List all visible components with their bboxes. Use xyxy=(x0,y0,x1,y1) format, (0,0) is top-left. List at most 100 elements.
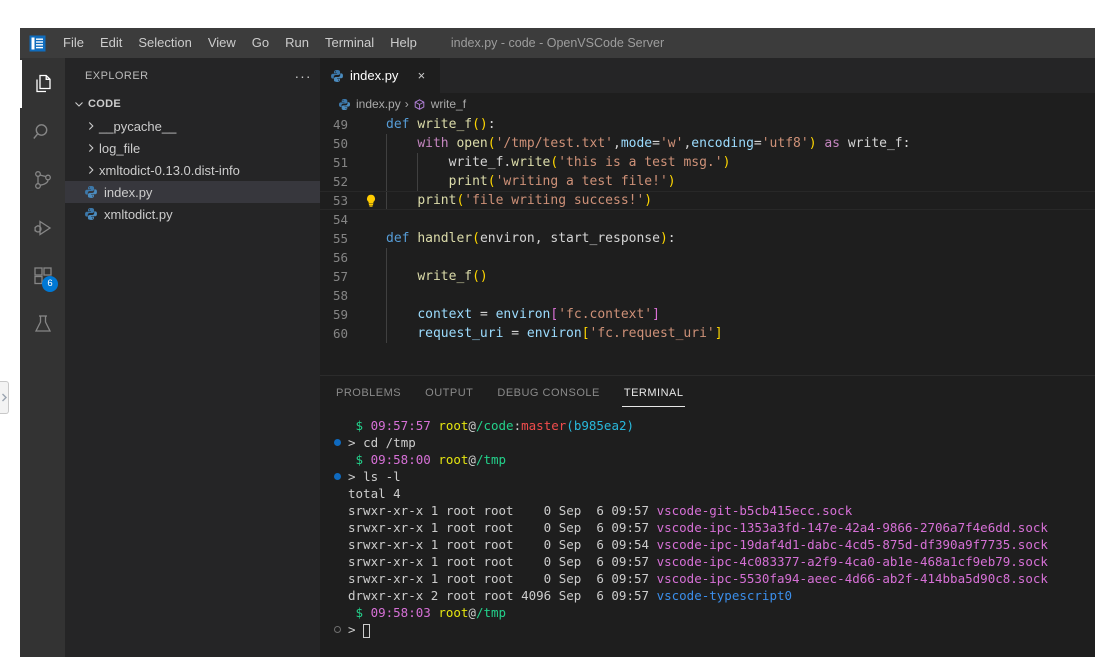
command-success-dot xyxy=(334,439,341,446)
left-edge-expand-handle[interactable] xyxy=(0,381,9,414)
code-token: 'fc.context' xyxy=(558,307,653,322)
terminal-token: srwxr-xr-x 1 root root 0 Sep 6 09:57 xyxy=(348,520,657,535)
command-decoration-icon[interactable] xyxy=(334,473,348,480)
editor-group: index.py × index.py › write_f 49 def wri… xyxy=(320,58,1095,657)
terminal-token: srwxr-xr-x 1 root root 0 Sep 6 09:57 xyxy=(348,571,657,586)
list-item[interactable]: log_file xyxy=(65,137,320,159)
command-decoration-icon[interactable] xyxy=(334,626,348,633)
list-item-index-py[interactable]: index.py xyxy=(65,181,320,203)
list-item-xmltodict-py[interactable]: xmltodict.py xyxy=(65,203,320,225)
code-line: 55 def handler(environ, start_response): xyxy=(320,229,1095,248)
terminal-token: vscode-typescript0 xyxy=(656,588,793,603)
extensions-badge: 6 xyxy=(42,276,58,292)
menu-terminal[interactable]: Terminal xyxy=(317,28,382,58)
code-token: handler xyxy=(417,231,473,246)
terminal-output[interactable]: $ 09:57:57 root@/code:master(b985ea2) > c… xyxy=(320,411,1095,657)
vscode-logo-icon xyxy=(20,35,55,52)
terminal-token: @ xyxy=(468,418,476,433)
tab-label: index.py xyxy=(350,68,399,83)
code-token: 'writing a test file!' xyxy=(495,174,668,189)
menu-selection[interactable]: Selection xyxy=(130,28,199,58)
code-line: 52 print('writing a test file!') xyxy=(320,172,1095,191)
tab-problems[interactable]: PROBLEMS xyxy=(334,376,403,411)
code-token: = xyxy=(652,136,660,151)
menu-edit[interactable]: Edit xyxy=(92,28,130,58)
tree-item-label: xmltodict-0.13.0.dist-info xyxy=(99,162,240,178)
activity-source-control[interactable] xyxy=(20,156,65,204)
line-number: 53 xyxy=(332,193,348,208)
tree-item-label: log_file xyxy=(99,140,141,156)
chevron-right-icon xyxy=(83,120,99,132)
lightbulb-icon[interactable] xyxy=(362,194,380,207)
code-token: , xyxy=(613,136,621,151)
screenshot-root: File Edit Selection View Go Run Terminal… xyxy=(0,0,1095,657)
terminal-token: 09:58:03 xyxy=(370,605,439,620)
code-token: write_f xyxy=(448,155,504,170)
terminal-token: /tmp xyxy=(475,452,507,467)
menu-run[interactable]: Run xyxy=(277,28,317,58)
terminal-line: srwxr-xr-x 1 root root 0 Sep 6 09:57 vsc… xyxy=(334,570,1095,587)
terminal-token: > xyxy=(348,469,364,484)
code-editor[interactable]: 49 def write_f(): 50 with open('/tmp/test.… xyxy=(320,115,1095,375)
code-token: environ xyxy=(495,307,551,322)
command-decoration-icon[interactable] xyxy=(334,439,348,446)
terminal-line: srwxr-xr-x 1 root root 0 Sep 6 09:54 vsc… xyxy=(334,536,1095,553)
indent-guide xyxy=(386,286,387,305)
list-item[interactable]: __pycache__ xyxy=(65,115,320,137)
terminal-token: @ xyxy=(468,605,476,620)
editor-scrollbar[interactable] xyxy=(1081,115,1095,375)
line-number: 59 xyxy=(332,307,348,322)
terminal-text: srwxr-xr-x 1 root root 0 Sep 6 09:57 vsc… xyxy=(348,502,852,519)
breadcrumb-file[interactable]: index.py xyxy=(338,97,401,111)
terminal-token: drwxr-xr-x 2 root root 4096 Sep 6 09:57 xyxy=(348,588,657,603)
terminal-line: $ 09:58:00 root@/tmp xyxy=(334,451,1095,468)
terminal-line: srwxr-xr-x 1 root root 0 Sep 6 09:57 vsc… xyxy=(334,553,1095,570)
tab-index-py[interactable]: index.py × xyxy=(320,58,442,93)
activity-run-debug[interactable] xyxy=(20,204,65,252)
code-token: ) xyxy=(722,155,731,170)
code-text: write_f() xyxy=(380,267,487,286)
code-token: environ xyxy=(526,326,582,341)
code-token: ) xyxy=(808,136,817,151)
tab-output[interactable]: OUTPUT xyxy=(423,376,475,411)
terminal-token: ls -l xyxy=(363,469,401,484)
breadcrumb-symbol[interactable]: write_f xyxy=(413,97,466,111)
python-file-icon xyxy=(338,98,351,111)
menu-help[interactable]: Help xyxy=(382,28,425,58)
terminal-text: $ 09:58:03 root@/tmp xyxy=(348,604,507,621)
code-token: [ xyxy=(581,326,590,341)
code-token: 'w' xyxy=(659,136,684,151)
activity-testing[interactable] xyxy=(20,300,65,348)
code-token: print xyxy=(448,174,488,189)
run-and-debug-icon xyxy=(33,220,51,236)
explorer-section-code[interactable]: CODE xyxy=(65,93,320,115)
tab-terminal[interactable]: TERMINAL xyxy=(621,376,686,411)
terminal-text: > ls -l xyxy=(348,468,401,485)
code-token: write_f xyxy=(417,117,473,132)
activity-search[interactable] xyxy=(20,108,65,156)
list-item[interactable]: xmltodict-0.13.0.dist-info xyxy=(65,159,320,181)
activity-extensions[interactable]: 6 xyxy=(20,252,65,300)
more-actions-icon[interactable]: ··· xyxy=(292,65,314,87)
terminal-token: srwxr-xr-x 1 root root 0 Sep 6 09:57 xyxy=(348,554,657,569)
activity-explorer[interactable] xyxy=(20,60,65,108)
terminal-token: vscode-ipc-5530fa94-aeec-4d66-ab2f-414bb… xyxy=(656,571,1048,586)
line-number: 57 xyxy=(332,269,348,284)
code-line: 60 request_uri = environ['fc.request_uri… xyxy=(320,324,1095,343)
close-icon[interactable]: × xyxy=(412,67,430,85)
code-token: write_f xyxy=(417,269,473,284)
bottom-panel: PROBLEMS OUTPUT DEBUG CONSOLE TERMINAL $… xyxy=(320,375,1095,657)
code-token: context xyxy=(417,307,480,322)
menu-view[interactable]: View xyxy=(200,28,244,58)
terminal-token: root xyxy=(438,452,469,467)
menu-file[interactable]: File xyxy=(55,28,92,58)
terminal-token: b985ea2 xyxy=(573,418,627,433)
menu-go[interactable]: Go xyxy=(244,28,277,58)
vscode-window: File Edit Selection View Go Run Terminal… xyxy=(20,28,1095,657)
tab-debug-console[interactable]: DEBUG CONSOLE xyxy=(495,376,601,411)
chevron-right-icon xyxy=(83,164,99,176)
source-control-icon xyxy=(34,171,51,189)
code-token: with xyxy=(417,136,457,151)
